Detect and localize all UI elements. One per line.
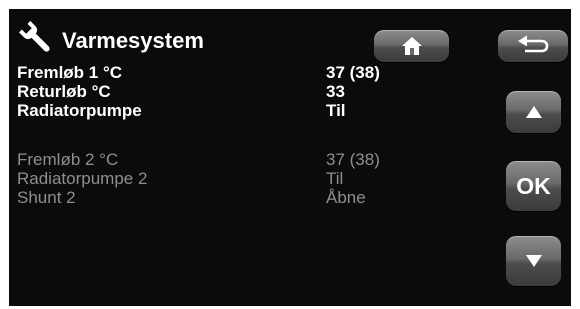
row-flow-temp-2: Fremløb 2 °C 37 (38) bbox=[9, 150, 489, 170]
row-label: Fremløb 2 °C bbox=[17, 150, 119, 169]
row-radiator-pump-2: Radiatorpumpe 2 Til bbox=[9, 169, 489, 189]
row-label: Returløb °C bbox=[17, 82, 111, 101]
row-value: Til bbox=[326, 169, 344, 188]
row-radiator-pump: Radiatorpumpe Til bbox=[9, 101, 489, 121]
arrow-up-icon bbox=[525, 106, 542, 118]
row-value: 37 (38) bbox=[326, 150, 380, 169]
display-screen: Varmesystem Fremløb 1 °C 37 (38) Returlø… bbox=[9, 9, 571, 306]
row-return-temp: Returløb °C 33 bbox=[9, 82, 489, 102]
row-label: Radiatorpumpe bbox=[17, 101, 142, 120]
scroll-down-button[interactable] bbox=[506, 236, 561, 286]
row-value: 33 bbox=[326, 82, 345, 101]
back-arrow-icon bbox=[518, 35, 549, 53]
row-value: 37 (38) bbox=[326, 63, 380, 82]
row-label: Fremløb 1 °C bbox=[17, 63, 123, 82]
wrench-icon bbox=[19, 21, 50, 52]
arrow-down-icon bbox=[525, 255, 542, 267]
row-label: Shunt 2 bbox=[17, 188, 76, 207]
row-label: Radiatorpumpe 2 bbox=[17, 169, 148, 188]
home-button[interactable] bbox=[374, 30, 449, 62]
back-button[interactable] bbox=[498, 30, 568, 62]
scroll-up-button[interactable] bbox=[506, 91, 561, 133]
row-value: Til bbox=[326, 101, 346, 120]
home-icon bbox=[401, 37, 422, 55]
ok-button[interactable]: OK bbox=[506, 161, 561, 211]
header: Varmesystem bbox=[9, 9, 571, 62]
row-shunt-2: Shunt 2 Åbne bbox=[9, 188, 489, 208]
row-flow-temp-1: Fremløb 1 °C 37 (38) bbox=[9, 63, 489, 83]
row-value: Åbne bbox=[326, 188, 366, 207]
page-title: Varmesystem bbox=[62, 28, 204, 53]
ok-button-label: OK bbox=[516, 172, 551, 199]
